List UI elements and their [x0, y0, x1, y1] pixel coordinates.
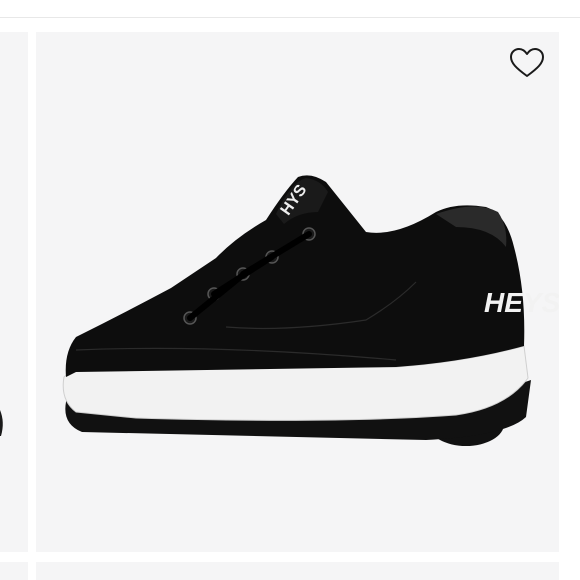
next-row-card-left[interactable]	[0, 562, 28, 580]
previous-shoe-heel	[0, 410, 3, 436]
product-image: HYS HEYS	[62, 175, 559, 446]
heel-brand-text: HEYS	[484, 287, 559, 318]
wishlist-heart-icon[interactable]	[508, 46, 546, 80]
shoe-illustration: HYS HEYS	[62, 175, 559, 446]
top-divider	[0, 17, 580, 18]
previous-product-card[interactable]	[0, 32, 28, 552]
next-row-card[interactable]	[36, 562, 559, 580]
